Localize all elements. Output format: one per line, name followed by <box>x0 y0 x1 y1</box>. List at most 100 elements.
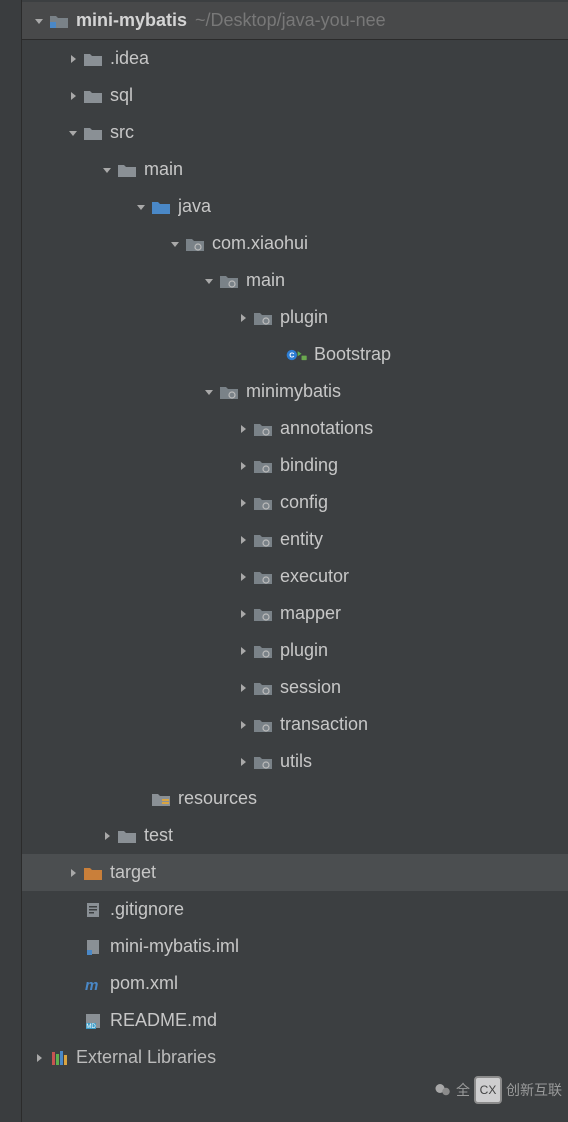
tree-row-sql[interactable]: sql <box>22 77 568 114</box>
package-icon <box>252 307 274 329</box>
md-file-icon: MD <box>82 1010 104 1032</box>
tree-row-entity[interactable]: entity <box>22 521 568 558</box>
chevron-down-icon[interactable] <box>98 164 116 176</box>
chevron-right-icon[interactable] <box>234 312 252 324</box>
iml-file-icon <box>82 936 104 958</box>
tree-row-minimybatis[interactable]: minimybatis <box>22 373 568 410</box>
project-path: ~/Desktop/java-you-nee <box>195 10 386 31</box>
tree-row-external-libraries[interactable]: External Libraries <box>22 1039 568 1076</box>
tree-item-label: minimybatis <box>246 381 341 402</box>
tree-item-label: session <box>280 677 341 698</box>
chevron-right-icon[interactable] <box>234 608 252 620</box>
tree-item-label: com.xiaohui <box>212 233 308 254</box>
package-icon <box>252 640 274 662</box>
package-icon <box>218 270 240 292</box>
maven-file-icon: m <box>82 973 104 995</box>
libraries-icon <box>48 1047 70 1069</box>
class-run-icon: C <box>286 344 308 366</box>
tree-item-label: Bootstrap <box>314 344 391 365</box>
sidebar-tool-strip[interactable] <box>0 0 22 1122</box>
tree-row-src[interactable]: src <box>22 114 568 151</box>
package-icon <box>218 381 240 403</box>
tree-row-test[interactable]: test <box>22 817 568 854</box>
tree-row-main[interactable]: main <box>22 151 568 188</box>
external-libraries-label: External Libraries <box>76 1047 216 1068</box>
package-icon <box>252 677 274 699</box>
folder-icon <box>82 85 104 107</box>
chevron-right-icon[interactable] <box>234 497 252 509</box>
tree-row-readme-md[interactable]: MD README.md <box>22 1002 568 1039</box>
tree-row-session[interactable]: session <box>22 669 568 706</box>
svg-text:m: m <box>85 977 98 993</box>
tree-item-label: config <box>280 492 328 513</box>
folder-icon <box>116 825 138 847</box>
tree-row-bootstrap[interactable]: C Bootstrap <box>22 336 568 373</box>
tree-row-utils[interactable]: utils <box>22 743 568 780</box>
watermark-badge: CX <box>474 1076 502 1104</box>
tree-row-transaction[interactable]: transaction <box>22 706 568 743</box>
chevron-down-icon[interactable] <box>200 386 218 398</box>
chevron-right-icon[interactable] <box>234 534 252 546</box>
tree-item-label: test <box>144 825 173 846</box>
project-tree: mini-mybatis~/Desktop/java-you-nee .idea s… <box>22 0 568 1122</box>
chevron-right-icon[interactable] <box>30 1052 48 1064</box>
tree-item-label: java <box>178 196 211 217</box>
tree-item-label: README.md <box>110 1010 217 1031</box>
tree-row-annotations[interactable]: annotations <box>22 410 568 447</box>
chevron-right-icon[interactable] <box>64 867 82 879</box>
tree-row--gitignore[interactable]: .gitignore <box>22 891 568 928</box>
wechat-icon <box>434 1081 452 1099</box>
tree-row-binding[interactable]: binding <box>22 447 568 484</box>
svg-text:C: C <box>289 351 294 359</box>
chevron-right-icon[interactable] <box>234 571 252 583</box>
chevron-right-icon[interactable] <box>64 90 82 102</box>
watermark-text: 创新互联 <box>506 1080 562 1100</box>
chevron-down-icon[interactable] <box>200 275 218 287</box>
tree-row-mini-mybatis[interactable]: mini-mybatis~/Desktop/java-you-nee <box>22 2 568 40</box>
chevron-down-icon[interactable] <box>64 127 82 139</box>
tree-item-label: entity <box>280 529 323 550</box>
chevron-right-icon[interactable] <box>234 460 252 472</box>
tree-row--idea[interactable]: .idea <box>22 40 568 77</box>
tree-item-label: resources <box>178 788 257 809</box>
tree-row-executor[interactable]: executor <box>22 558 568 595</box>
chevron-down-icon[interactable] <box>30 15 48 27</box>
tree-row-target[interactable]: target <box>22 854 568 891</box>
tree-item-label: .gitignore <box>110 899 184 920</box>
tree-row-pom-xml[interactable]: m pom.xml <box>22 965 568 1002</box>
tree-item-label: main <box>246 270 285 291</box>
tree-row-plugin[interactable]: plugin <box>22 632 568 669</box>
folder-icon <box>116 159 138 181</box>
chevron-right-icon[interactable] <box>64 53 82 65</box>
chevron-right-icon[interactable] <box>234 645 252 657</box>
package-icon <box>252 492 274 514</box>
chevron-right-icon[interactable] <box>98 830 116 842</box>
source-folder-icon <box>150 196 172 218</box>
tree-item-label: .idea <box>110 48 149 69</box>
tree-row-com-xiaohui[interactable]: com.xiaohui <box>22 225 568 262</box>
tree-row-main[interactable]: main <box>22 262 568 299</box>
tree-row-resources[interactable]: resources <box>22 780 568 817</box>
chevron-down-icon[interactable] <box>166 238 184 250</box>
tree-item-label: annotations <box>280 418 373 439</box>
tree-row-java[interactable]: java <box>22 188 568 225</box>
tree-item-label: target <box>110 862 156 883</box>
chevron-down-icon[interactable] <box>132 201 150 213</box>
package-icon <box>252 455 274 477</box>
tree-row-mini-mybatis-iml[interactable]: mini-mybatis.iml <box>22 928 568 965</box>
tree-row-config[interactable]: config <box>22 484 568 521</box>
chevron-right-icon[interactable] <box>234 682 252 694</box>
tree-item-label: mini-mybatis.iml <box>110 936 239 957</box>
tree-row-plugin[interactable]: plugin <box>22 299 568 336</box>
tree-item-label: executor <box>280 566 349 587</box>
chevron-right-icon[interactable] <box>234 756 252 768</box>
package-icon <box>184 233 206 255</box>
tree-row-mapper[interactable]: mapper <box>22 595 568 632</box>
package-icon <box>252 418 274 440</box>
chevron-right-icon[interactable] <box>234 423 252 435</box>
tree-item-label: pom.xml <box>110 973 178 994</box>
folder-icon <box>82 122 104 144</box>
package-icon <box>252 714 274 736</box>
chevron-right-icon[interactable] <box>234 719 252 731</box>
text-file-icon <box>82 899 104 921</box>
